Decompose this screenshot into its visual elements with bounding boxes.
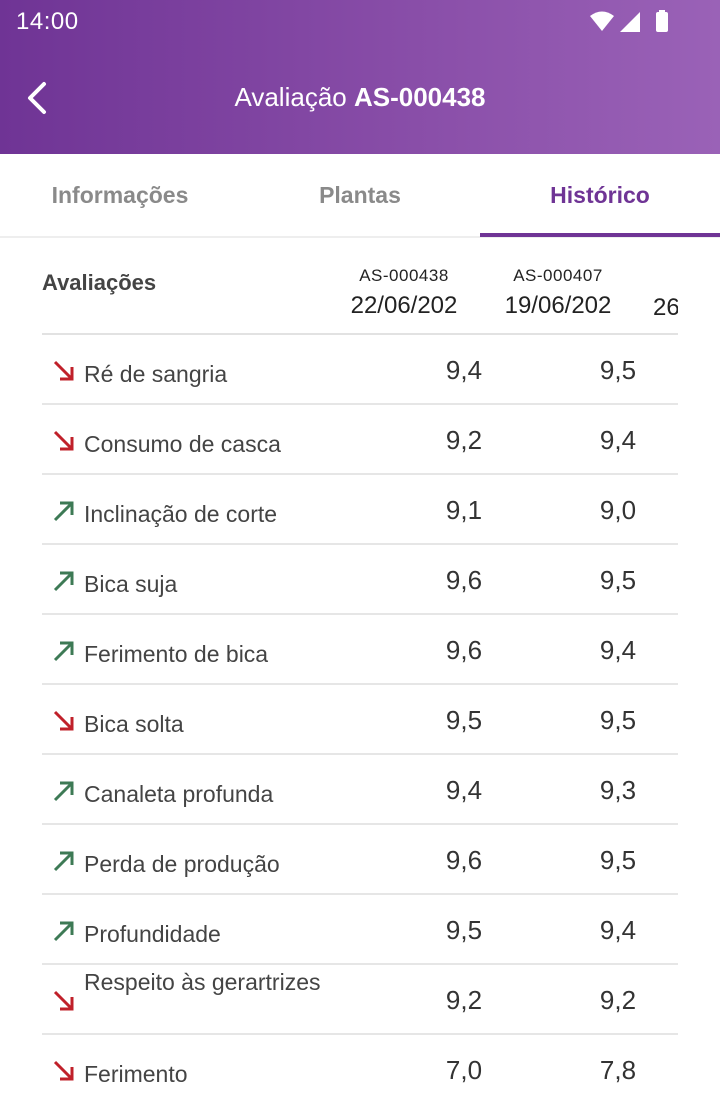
row-value: 9,4 xyxy=(599,915,637,945)
row-value: 9,2 xyxy=(445,985,483,1015)
row-value: 9,5 xyxy=(445,915,483,945)
wifi-icon xyxy=(590,11,614,31)
row-value: 9,0 xyxy=(599,495,637,525)
table-row[interactable]: Bica solta 9,5 9,5 xyxy=(42,685,678,755)
row-value: 9,4 xyxy=(599,425,637,455)
status-icons xyxy=(590,10,668,32)
row-value: 9,2 xyxy=(599,985,637,1015)
page-title: Avaliação AS-000438 xyxy=(0,82,720,113)
status-time: 14:00 xyxy=(16,8,79,35)
tab-historico[interactable]: Histórico xyxy=(480,154,720,238)
row-value: 9,2 xyxy=(445,425,483,455)
row-value: 9,6 xyxy=(445,565,483,595)
row-label: Profundidade xyxy=(84,921,221,947)
row-value: 9,5 xyxy=(599,355,637,385)
row-value: 9,6 xyxy=(445,635,483,665)
table-row[interactable]: Perda de produção 9,6 9,5 xyxy=(42,825,678,895)
row-label: Perda de produção xyxy=(84,851,280,877)
status-bar: 14:00 xyxy=(0,0,720,44)
row-label: Bica suja xyxy=(84,571,178,597)
table-row[interactable]: Bica suja 9,6 9,5 xyxy=(42,545,678,615)
row-value: 9,5 xyxy=(599,705,637,735)
row-value: 7,8 xyxy=(599,1055,637,1085)
row-label: Bica solta xyxy=(84,711,184,737)
row-value: 9,5 xyxy=(599,565,637,595)
trend-down-arrow-icon xyxy=(53,710,74,731)
table-row[interactable]: Respeito às gerartrizes 9,2 9,2 xyxy=(42,965,678,1035)
table-row[interactable]: Consumo de casca 9,2 9,4 xyxy=(42,405,678,475)
row-value: 9,4 xyxy=(445,775,483,805)
history-table[interactable]: Avaliações AS-000438 22/06/202 AS-000407… xyxy=(42,238,678,1093)
row-value: 9,4 xyxy=(599,635,637,665)
trend-down-arrow-icon xyxy=(53,1060,74,1081)
trend-up-arrow-icon xyxy=(53,571,74,592)
app-bar: Avaliação AS-000438 xyxy=(0,60,720,136)
trend-up-arrow-icon xyxy=(53,921,74,942)
row-value: 9,5 xyxy=(445,705,483,735)
cell-signal-icon xyxy=(620,12,640,32)
column-date: 19/06/202 xyxy=(504,292,612,319)
row-value: 9,6 xyxy=(445,845,483,875)
table-row[interactable]: Ferimento 7,0 7,8 xyxy=(42,1035,678,1093)
trend-up-arrow-icon xyxy=(53,641,74,662)
trend-down-arrow-icon xyxy=(53,360,74,381)
active-tab-indicator xyxy=(480,233,720,237)
row-value: 9,5 xyxy=(599,845,637,875)
table-header: Avaliações AS-000438 22/06/202 AS-000407… xyxy=(42,238,678,335)
table-body: Ré de sangria 9,4 9,5 Consumo de casca 9,2 9,… xyxy=(42,335,678,1093)
title-code: AS-000438 xyxy=(353,82,486,112)
row-value: 9,4 xyxy=(445,355,483,385)
battery-icon xyxy=(656,12,668,32)
column-header[interactable]: AS-000438 22/06/202 xyxy=(339,266,469,320)
trend-up-arrow-icon xyxy=(53,501,74,522)
trend-down-arrow-icon xyxy=(53,430,74,451)
tab-bar: Informações Plantas Histórico xyxy=(0,154,720,238)
row-label: Ferimento xyxy=(84,1061,188,1087)
table-row[interactable]: Inclinação de corte 9,1 9,0 xyxy=(42,475,678,545)
table-row[interactable]: Ferimento de bica 9,6 9,4 xyxy=(42,615,678,685)
row-value: 9,3 xyxy=(599,775,637,805)
app-header: 14:00 Avaliação AS-000438 xyxy=(0,0,720,154)
tab-informacoes[interactable]: Informações xyxy=(0,154,240,238)
column-code: AS-000407 xyxy=(513,266,603,285)
trend-down-arrow-icon xyxy=(53,990,74,1011)
row-label: Canaleta profunda xyxy=(84,781,274,807)
column-header[interactable]: AS-000407 19/06/202 xyxy=(493,266,623,320)
title-prefix: Avaliação xyxy=(234,82,347,112)
table-row[interactable]: Profundidade 9,5 9,4 xyxy=(42,895,678,965)
partial-column-date: 26 xyxy=(653,294,678,321)
row-value: 7,0 xyxy=(445,1055,483,1085)
trend-up-arrow-icon xyxy=(53,851,74,872)
tab-plantas[interactable]: Plantas xyxy=(240,154,480,238)
column-date: 22/06/202 xyxy=(350,292,458,319)
trend-up-arrow-icon xyxy=(53,781,74,802)
row-label: Ferimento de bica xyxy=(84,641,269,667)
table-row[interactable]: Canaleta profunda 9,4 9,3 xyxy=(42,755,678,825)
row-label: Inclinação de corte xyxy=(84,501,278,527)
header-label-avaliacoes: Avaliações xyxy=(42,270,157,295)
row-label: Ré de sangria xyxy=(84,361,228,387)
row-value: 9,1 xyxy=(445,495,483,525)
column-code: AS-000438 xyxy=(359,266,449,285)
row-label: Respeito às gerartrizes xyxy=(84,969,321,995)
row-label: Consumo de casca xyxy=(84,431,281,457)
table-row[interactable]: Ré de sangria 9,4 9,5 xyxy=(42,335,678,405)
